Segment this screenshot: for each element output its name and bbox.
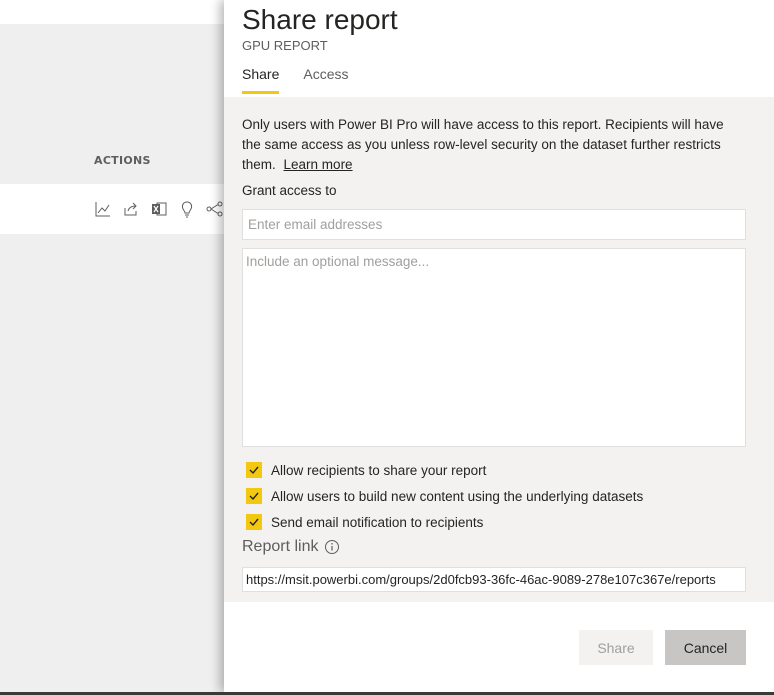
info-text: Only users with Power BI Pro will have a… — [242, 115, 742, 175]
lightbulb-icon[interactable] — [178, 200, 196, 218]
allow-reshare-label: Allow recipients to share your report — [271, 462, 487, 478]
checkmark-icon — [249, 466, 259, 475]
chart-line-icon[interactable] — [94, 200, 112, 218]
row-actions — [94, 200, 224, 218]
allow-build-option[interactable]: Allow users to build new content using t… — [246, 483, 643, 509]
message-input[interactable] — [242, 248, 746, 447]
email-notification-label: Send email notification to recipients — [271, 514, 484, 530]
tab-share[interactable]: Share — [242, 66, 280, 94]
email-input[interactable] — [242, 209, 746, 240]
report-link-heading: Report link — [242, 538, 340, 556]
share-report-panel: Share report GPU REPORT Share Access Onl… — [224, 0, 774, 692]
report-link-field[interactable] — [242, 567, 746, 592]
allow-reshare-checkbox[interactable] — [246, 462, 262, 478]
report-link-label: Report link — [242, 538, 319, 555]
cancel-button[interactable]: Cancel — [665, 630, 746, 665]
share-form: Only users with Power BI Pro will have a… — [224, 97, 774, 602]
actions-column-header: ACTIONS — [94, 154, 151, 167]
share-options: Allow recipients to share your report Al… — [246, 457, 643, 535]
allow-build-checkbox[interactable] — [246, 488, 262, 504]
checkmark-icon — [249, 518, 259, 527]
allow-reshare-option[interactable]: Allow recipients to share your report — [246, 457, 643, 483]
allow-build-label: Allow users to build new content using t… — [271, 488, 644, 504]
share-button[interactable]: Share — [579, 630, 653, 665]
tab-access[interactable]: Access — [303, 66, 348, 94]
report-name: GPU REPORT — [242, 38, 328, 53]
app-top-bar — [0, 0, 224, 24]
share-arrow-icon[interactable] — [122, 200, 140, 218]
learn-more-link[interactable]: Learn more — [284, 157, 353, 172]
panel-tabs: Share Access — [242, 66, 348, 94]
grant-access-label: Grant access to — [242, 183, 337, 198]
checkmark-icon — [249, 492, 259, 501]
info-icon[interactable] — [324, 539, 340, 555]
panel-title: Share report — [242, 4, 398, 35]
email-notification-checkbox[interactable] — [246, 514, 262, 530]
lineage-icon[interactable] — [206, 200, 224, 218]
email-notification-option[interactable]: Send email notification to recipients — [246, 509, 643, 535]
excel-icon[interactable] — [150, 200, 168, 218]
